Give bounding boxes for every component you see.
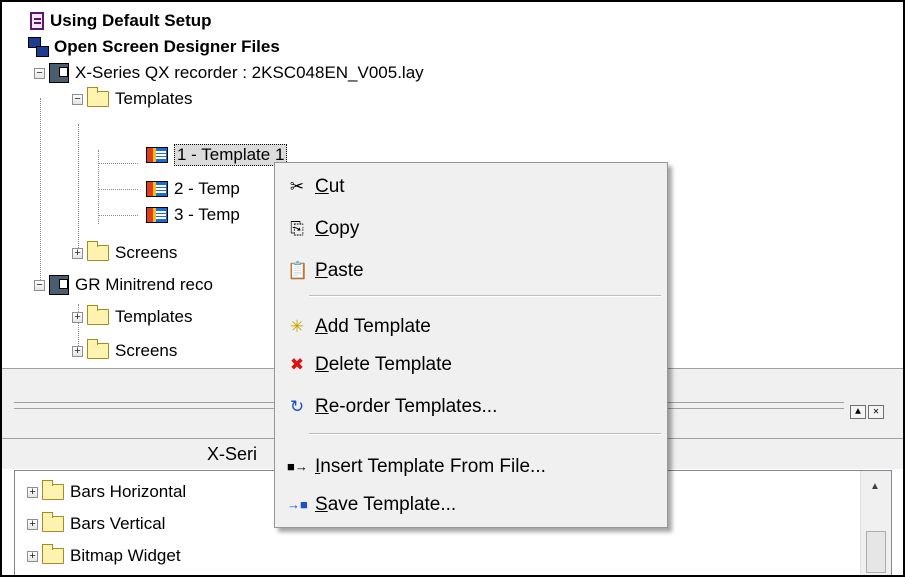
panel-title: X-Seri — [207, 444, 258, 464]
menu-accelerator: D — [315, 354, 329, 375]
tree-item-label: X-Series QX recorder : 2KSC048EN_V005.la… — [75, 63, 424, 82]
menu-item-add-template[interactable]: ✳ Add Template — [279, 311, 663, 343]
tree-item-template-1[interactable]: 1 - Template 1 — [146, 142, 288, 168]
menu-item-insert-template-from-file[interactable]: ■→ Insert Template From File... — [279, 451, 663, 483]
folder-icon — [42, 480, 64, 500]
vertical-scrollbar[interactable]: ▲ — [860, 471, 891, 575]
collapse-toggle[interactable]: − — [34, 67, 45, 79]
tree-item-gr-minitrend[interactable]: − GR Minitrend reco — [34, 272, 213, 298]
copy-icon: ⎘ — [290, 219, 304, 238]
tree-item-label: Screens — [115, 341, 178, 360]
tree-item-template-3[interactable]: 3 - Temp — [146, 202, 240, 228]
template-icon — [146, 147, 168, 163]
menu-item-label: ave Template... — [327, 494, 457, 515]
tree-item-label: Templates — [115, 89, 193, 108]
tree-item-label: 1 - Template 1 — [174, 144, 288, 166]
tree-item-label: 3 - Temp — [174, 205, 240, 224]
collapse-toggle[interactable]: − — [72, 93, 83, 105]
menu-item-label: ut — [328, 176, 345, 197]
tree-item-label: 2 - Temp — [174, 179, 240, 198]
screen-designer-window: Using Default Setup Open Screen Designer… — [0, 0, 905, 577]
tree-header-label: Open Screen Designer Files — [54, 37, 280, 56]
menu-item-label: nsert Template From File... — [320, 456, 546, 477]
template-icon — [146, 207, 168, 223]
recorder-icon — [49, 275, 69, 295]
menu-item-label: dd Template — [327, 316, 431, 337]
menu-item-label: opy — [328, 218, 360, 239]
menu-separator — [309, 295, 661, 297]
menu-item-label: e-order Templates... — [328, 396, 498, 417]
folder-icon — [87, 87, 109, 107]
expand-toggle[interactable]: + — [27, 550, 38, 562]
network-icon — [28, 37, 49, 57]
reorder-icon: ↻ — [289, 397, 305, 416]
menu-separator — [309, 433, 661, 435]
expand-toggle[interactable]: + — [72, 311, 83, 323]
scissors-icon: ✂ — [289, 177, 305, 196]
tree-item-bitmap-widget[interactable]: + Bitmap Widget — [27, 543, 181, 569]
tree-header-open-files[interactable]: Open Screen Designer Files — [28, 34, 280, 60]
menu-accelerator: C — [315, 218, 329, 239]
tree-header-label: Using Default Setup — [50, 11, 212, 30]
scroll-thumb[interactable] — [866, 531, 886, 573]
expand-toggle[interactable]: + — [72, 247, 83, 259]
tree-item-bars-vertical[interactable]: + Bars Vertical — [27, 511, 165, 537]
tree-header-default-setup[interactable]: Using Default Setup — [30, 8, 212, 34]
tree-item-bars-horizontal[interactable]: + Bars Horizontal — [27, 479, 186, 505]
tree-item-screens[interactable]: + Screens — [72, 240, 177, 266]
tree-item-templates[interactable]: + Templates — [72, 304, 192, 330]
menu-item-cut[interactable]: ✂ Cut — [279, 171, 663, 203]
menu-item-delete-template[interactable]: ✖ Delete Template — [279, 349, 663, 381]
tree-item-label: Templates — [115, 307, 193, 326]
expand-toggle[interactable]: + — [27, 486, 38, 498]
tree-item-template-2[interactable]: 2 - Temp — [146, 176, 240, 202]
expand-toggle[interactable]: + — [72, 345, 83, 357]
menu-item-save-template[interactable]: →■ Save Template... — [279, 489, 663, 521]
menu-item-label: aste — [327, 260, 364, 281]
delete-template-icon: ✖ — [289, 355, 305, 374]
folder-icon — [42, 544, 64, 564]
menu-accelerator: A — [315, 316, 328, 337]
menu-accelerator: R — [315, 396, 329, 417]
clipboard-icon: 📋 — [287, 261, 309, 280]
tree-item-label: Bitmap Widget — [70, 546, 181, 565]
menu-item-reorder-templates[interactable]: ↻ Re-order Templates... — [279, 391, 663, 423]
folder-icon — [87, 241, 109, 261]
menu-item-copy[interactable]: ⎘ Copy — [279, 213, 663, 245]
menu-item-paste[interactable]: 📋 Paste — [279, 255, 663, 287]
scroll-up-icon[interactable]: ▲ — [870, 481, 880, 492]
collapse-toggle[interactable]: − — [34, 279, 45, 291]
close-button[interactable]: ✕ — [868, 405, 884, 419]
menu-accelerator: S — [315, 494, 328, 515]
save-file-icon: →■ — [287, 497, 308, 512]
add-template-icon: ✳ — [289, 317, 305, 336]
tree-item-label: Bars Horizontal — [70, 482, 187, 501]
tree-item-label: Bars Vertical — [70, 514, 166, 533]
document-icon — [30, 12, 44, 30]
expand-toggle[interactable]: + — [27, 518, 38, 530]
template-icon — [146, 181, 168, 197]
tree-item-screens[interactable]: + Screens — [72, 338, 177, 364]
tree-item-qx-recorder[interactable]: − X-Series QX recorder : 2KSC048EN_V005.… — [34, 60, 424, 86]
folder-icon — [87, 305, 109, 325]
folder-icon — [42, 512, 64, 532]
menu-accelerator: P — [315, 260, 328, 281]
tree-item-label: Screens — [115, 243, 178, 262]
tree-item-templates[interactable]: − Templates — [72, 86, 192, 112]
context-menu: ✂ Cut ⎘ Copy 📋 Paste ✳ Add Template ✖ De… — [274, 162, 668, 528]
menu-item-label: elete Template — [328, 354, 452, 375]
folder-icon — [87, 339, 109, 359]
menu-accelerator: C — [315, 176, 329, 197]
minimize-button[interactable]: ▲ — [850, 405, 866, 419]
insert-file-icon: ■→ — [287, 459, 308, 474]
recorder-icon — [49, 63, 69, 83]
tree-item-label: GR Minitrend reco — [75, 275, 213, 294]
